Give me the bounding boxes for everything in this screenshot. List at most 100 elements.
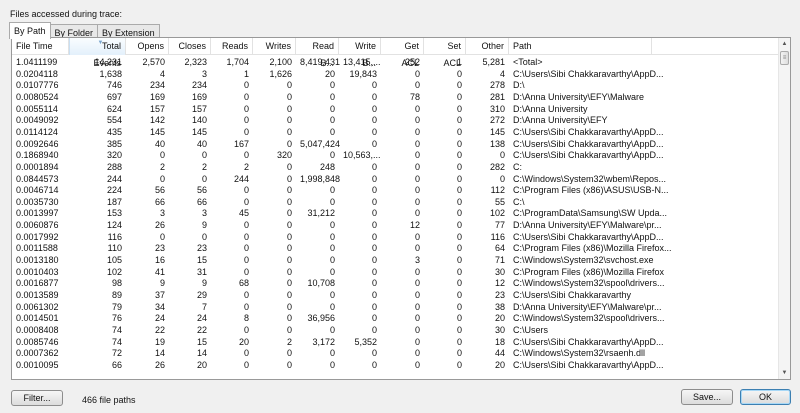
table-row[interactable]: 0.0060876 124 26 9 0 0 0 0 12 0 77 D:\Anna Universi… xyxy=(12,219,780,231)
tab-by-path[interactable]: By Path xyxy=(9,22,51,39)
cell-get-acl: 0 xyxy=(414,150,420,161)
cell-read-bytes: 0 xyxy=(329,150,335,161)
cell-file-time: 0.0035730 xyxy=(16,196,59,207)
cell-closes: 24 xyxy=(196,313,207,324)
cell-opens: 37 xyxy=(154,290,165,300)
cell-total-events: 320 xyxy=(106,150,122,161)
column-header-write-bytes[interactable]: Write B... xyxy=(339,38,381,68)
cell-file-time: 0.0092646 xyxy=(16,138,59,149)
save-button[interactable]: Save... xyxy=(681,389,733,405)
cell-read-bytes: 0 xyxy=(329,231,335,242)
cell-path: D:\Anna University xyxy=(513,103,588,114)
files-table: File Time Total Events ▼ Opens Closes Reads Wr… xyxy=(11,37,791,380)
table-row[interactable]: 0.0011588 110 23 23 0 0 0 0 0 0 64 C:\Program Files… xyxy=(12,242,780,254)
column-header-writes[interactable]: Writes xyxy=(253,38,296,55)
table-row[interactable]: 0.1868940 320 0 0 0 320 0 10,563,... 0 0 0 C:\Users… xyxy=(12,149,780,161)
table-row[interactable]: 0.0080524 697 169 169 0 0 0 0 78 0 281 D:\Anna Univ… xyxy=(12,91,780,103)
table-row[interactable]: 0.0035730 187 66 66 0 0 0 0 0 0 55 C:\ xyxy=(12,196,780,208)
table-row[interactable]: 0.0114124 435 145 145 0 0 0 0 0 0 145 C:\Users\Sibi… xyxy=(12,126,780,138)
column-header-path[interactable]: Path xyxy=(509,38,652,55)
cell-opens: 16 xyxy=(154,255,165,266)
table-row[interactable]: 0.0001894 288 2 2 2 0 248 0 0 0 282 C: xyxy=(12,161,780,173)
table-row[interactable]: 0.0013997 153 3 3 45 0 31,212 0 0 0 102 C:\ProgramD… xyxy=(12,207,780,219)
cell-writes: 0 xyxy=(286,103,292,114)
cell-read-bytes: 20 xyxy=(324,68,335,79)
cell-closes: 15 xyxy=(196,336,207,347)
scroll-up-icon[interactable]: ▲ xyxy=(779,38,790,50)
cell-other: 77 xyxy=(494,220,505,231)
table-row[interactable]: 0.0085746 74 19 15 20 2 3,172 5,352 0 0 18 C:\Users… xyxy=(12,336,780,348)
table-row[interactable]: 0.0055114 624 157 157 0 0 0 0 0 0 310 D:\Anna Unive… xyxy=(12,103,780,115)
table-row[interactable]: 0.0010095 66 26 20 0 0 0 0 0 0 20 C:\Users\Sibi Cha… xyxy=(12,359,780,371)
table-row[interactable]: 1.0411199 14,231 2,570 2,323 1,704 2,100 8,419… xyxy=(12,56,780,68)
scroll-down-icon[interactable]: ▼ xyxy=(779,367,790,379)
table-row[interactable]: 0.0204118 1,638 4 3 1 1,626 20 19,843 0 0 4 C:\User… xyxy=(12,68,780,80)
cell-set-acl: 0 xyxy=(456,161,462,172)
cell-closes: 145 xyxy=(191,126,207,137)
cell-reads: 0 xyxy=(243,126,249,137)
cell-opens: 0 xyxy=(159,231,165,242)
vertical-scrollbar[interactable]: ▲ ≡ ▼ xyxy=(778,38,790,379)
table-row[interactable]: 0.0013589 89 37 29 0 0 0 0 0 0 23 C:\Users\Sibi Cha… xyxy=(12,289,780,301)
cell-path: C:\Windows\System32\spool\drivers... xyxy=(513,313,665,324)
column-header-reads[interactable]: Reads xyxy=(211,38,253,55)
cell-other: 12 xyxy=(494,278,505,289)
table-row[interactable]: 0.0844573 244 0 0 244 0 1,998,848 0 0 0 0 C:\Window… xyxy=(12,173,780,185)
cell-write-bytes: 0 xyxy=(371,91,377,102)
cell-set-acl: 0 xyxy=(456,196,462,207)
cell-read-bytes: 31,212 xyxy=(307,208,335,219)
column-header-get-acl[interactable]: Get ACL xyxy=(381,38,424,68)
table-row[interactable]: 0.0008408 74 22 22 0 0 0 0 0 0 30 C:\Users xyxy=(12,324,780,336)
cell-reads: 0 xyxy=(243,185,249,196)
table-row[interactable]: 0.0016877 98 9 9 68 0 10,708 0 0 0 12 C:\Windows\Sy… xyxy=(12,277,780,289)
column-header-opens[interactable]: Opens xyxy=(126,38,169,55)
cell-get-acl: 0 xyxy=(414,173,420,184)
cell-write-bytes: 0 xyxy=(371,173,377,184)
table-row[interactable]: 0.0061302 79 34 7 0 0 0 0 0 0 38 D:\Anna University… xyxy=(12,301,780,313)
scroll-thumb[interactable]: ≡ xyxy=(780,51,789,65)
cell-opens: 4 xyxy=(159,68,165,79)
cell-read-bytes: 248 xyxy=(319,161,335,172)
table-row[interactable]: 0.0092646 385 40 40 167 0 5,047,424 0 0 0 138 C:\Us… xyxy=(12,138,780,150)
cell-writes: 0 xyxy=(286,266,292,277)
table-row[interactable]: 0.0013180 105 16 15 0 0 0 0 3 0 71 C:\Windows\Syste… xyxy=(12,254,780,266)
table-row[interactable]: 0.0049092 554 142 140 0 0 0 0 0 0 272 D:\Anna Unive… xyxy=(12,114,780,126)
cell-path: C:\Users\Sibi Chakkaravarthy\AppD... xyxy=(513,126,664,137)
cell-set-acl: 1 xyxy=(456,57,462,67)
column-header-total-events[interactable]: Total Events ▼ xyxy=(69,38,126,68)
cell-get-acl: 0 xyxy=(414,290,420,300)
column-header-set-acl[interactable]: Set ACL xyxy=(424,38,466,68)
table-row[interactable]: 0.0010403 102 41 31 0 0 0 0 0 0 30 C:\Program Files… xyxy=(12,266,780,278)
cell-get-acl: 78 xyxy=(409,91,420,102)
table-row[interactable]: 0.0107776 746 234 234 0 0 0 0 0 0 278 D:\ xyxy=(12,79,780,91)
cell-reads: 68 xyxy=(238,278,249,289)
table-row[interactable]: 0.0014501 76 24 24 8 0 36,956 0 0 0 20 C:\Windows\S… xyxy=(12,312,780,324)
cell-set-acl: 0 xyxy=(456,348,462,359)
cell-opens: 3 xyxy=(159,208,165,219)
cell-writes: 2,100 xyxy=(269,57,292,67)
cell-total-events: 624 xyxy=(106,103,122,114)
cell-closes: 169 xyxy=(191,91,207,102)
column-header-file-time[interactable]: File Time xyxy=(12,38,69,55)
ok-button[interactable]: OK xyxy=(740,389,791,405)
cell-get-acl: 0 xyxy=(414,243,420,254)
cell-other: 138 xyxy=(489,138,505,149)
cell-opens: 34 xyxy=(154,301,165,312)
cell-file-time: 0.0017992 xyxy=(16,231,59,242)
column-header-closes[interactable]: Closes xyxy=(169,38,211,55)
cell-total-events: 385 xyxy=(106,138,122,149)
cell-set-acl: 0 xyxy=(456,115,462,126)
filter-button[interactable]: Filter... xyxy=(11,390,63,406)
cell-opens: 0 xyxy=(159,173,165,184)
table-row[interactable]: 0.0017992 116 0 0 0 0 0 0 0 0 116 C:\Users\Sibi Cha… xyxy=(12,231,780,243)
table-row[interactable]: 0.0046714 224 56 56 0 0 0 0 0 0 112 C:\Program File… xyxy=(12,184,780,196)
column-header-read-bytes[interactable]: Read B... xyxy=(296,38,339,68)
cell-file-time: 0.0085746 xyxy=(16,336,59,347)
cell-path: C:\Users\Sibi Chakkaravarthy xyxy=(513,290,632,300)
table-row[interactable]: 0.0007362 72 14 14 0 0 0 0 0 0 44 C:\Windows\System… xyxy=(12,347,780,359)
column-header-other[interactable]: Other xyxy=(466,38,509,55)
cell-other: 145 xyxy=(489,126,505,137)
cell-write-bytes: 0 xyxy=(371,348,377,359)
cell-read-bytes: 0 xyxy=(329,80,335,91)
cell-writes: 0 xyxy=(286,255,292,266)
